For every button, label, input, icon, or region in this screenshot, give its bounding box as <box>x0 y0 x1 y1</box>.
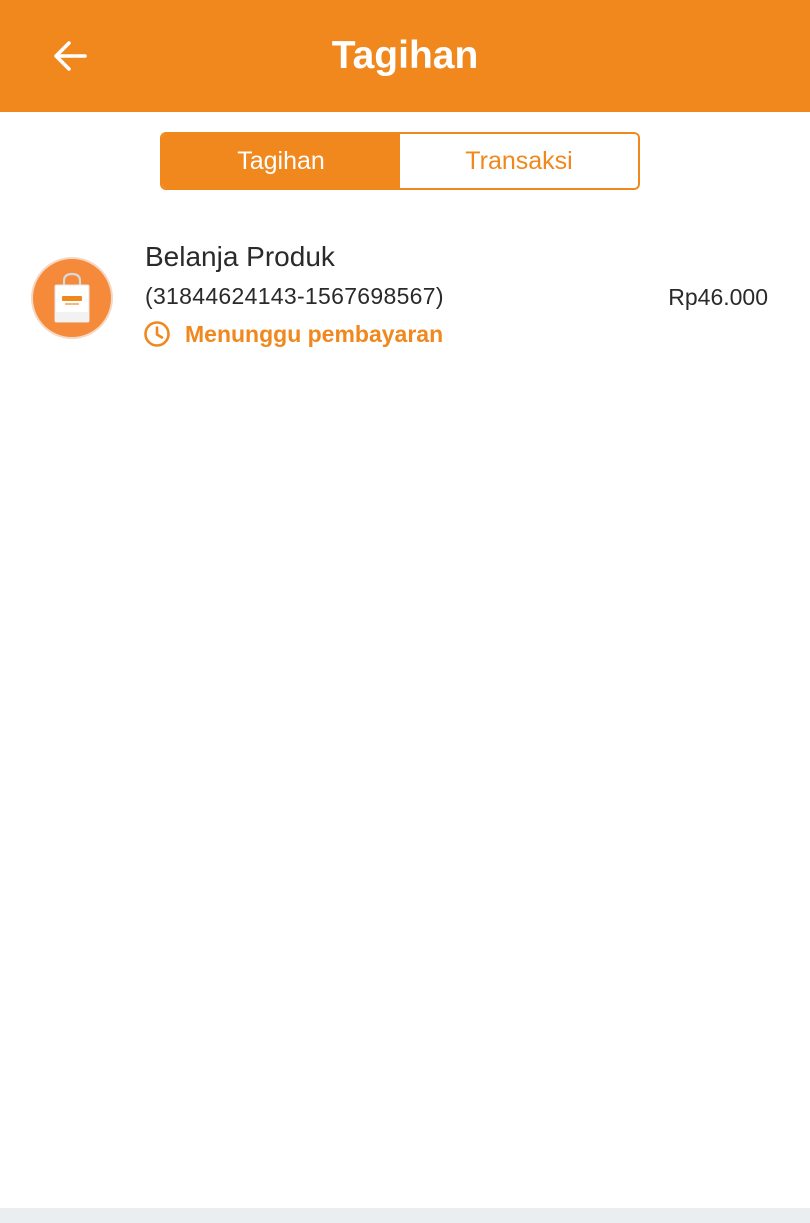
bill-title: Belanja Produk <box>145 241 335 272</box>
bill-avatar <box>33 259 111 337</box>
bill-status: Menunggu pembayaran <box>143 318 443 350</box>
page-title: Tagihan <box>331 34 479 77</box>
bill-screen: Tagihan Tagihan Transaksi Belanja Produk… <box>0 0 810 1223</box>
tab-switcher: Tagihan Transaksi <box>160 132 640 190</box>
clock-icon <box>144 321 170 347</box>
bottom-strip <box>0 1208 810 1223</box>
shopping-bag-icon <box>54 272 90 323</box>
bill-list-item[interactable]: Belanja Produk (31844624143-1567698567) … <box>0 228 810 366</box>
bill-amount: Rp46.000 <box>668 284 768 310</box>
tab-tagihan[interactable]: Tagihan <box>162 134 400 188</box>
app-bar: Tagihan <box>0 0 810 112</box>
tab-transaksi[interactable]: Transaksi <box>400 134 638 188</box>
status-text: Menunggu pembayaran <box>185 320 444 347</box>
bill-id: (31844624143-1567698567) <box>145 283 444 309</box>
